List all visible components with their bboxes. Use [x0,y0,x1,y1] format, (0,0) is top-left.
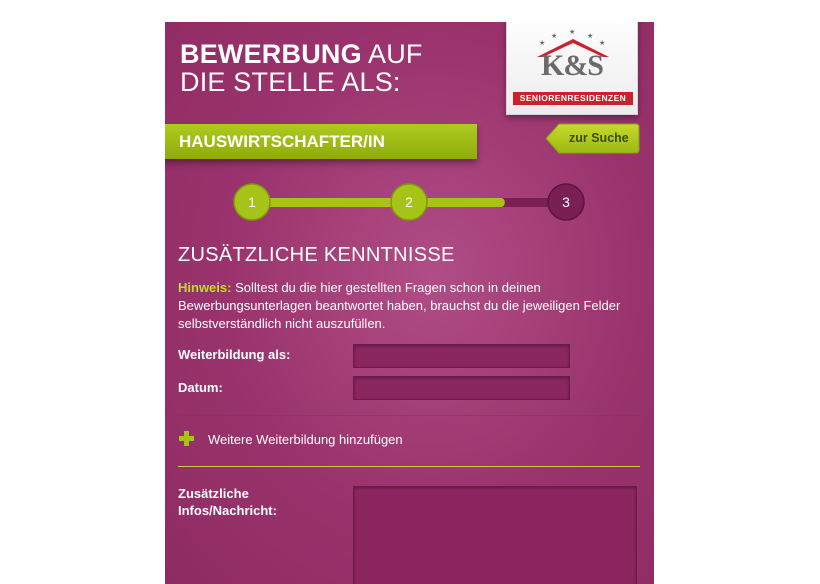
step-3-label: 3 [562,194,570,210]
plus-icon [179,431,194,446]
info-label-line-1: Zusätzliche [178,486,249,501]
svg-text:★: ★ [587,32,593,40]
svg-text:★: ★ [599,39,605,47]
weiterbildung-label: Weiterbildung als: [178,347,291,362]
info-label-line-2: Infos/Nachricht: [178,503,277,518]
datum-input[interactable] [353,376,570,400]
section-title: ZUSÄTZLICHE KENNTNISSE [178,244,455,266]
add-weiterbildung-label: Weitere Weiterbildung hinzufügen [208,432,403,447]
weiterbildung-input[interactable] [353,344,570,368]
title-line-2: DIE STELLE ALS: [180,67,401,97]
hint-body: Solltest du die hier gestellten Fragen s… [178,280,621,331]
step-1-label: 1 [248,194,256,210]
svg-text:★: ★ [539,39,545,47]
divider [178,415,640,416]
progress-steps: 1 2 3 [233,183,585,221]
step-2-label: 2 [405,194,413,210]
job-title-banner: HAUSWIRTSCHAFTER/IN [165,124,477,159]
logo-mark: K&S [540,49,604,82]
datum-label: Datum: [178,380,223,395]
svg-text:★: ★ [569,28,575,36]
info-message-textarea[interactable] [353,486,637,584]
title-rest: AUF [368,39,423,69]
step-progress-fill [252,198,505,207]
info-label: Zusätzliche Infos/Nachricht: [178,485,277,519]
application-panel: BEWERBUNG AUF DIE STELLE ALS: ★ ★ ★ ★ ★ … [165,22,654,584]
company-logo: ★ ★ ★ ★ ★ K&S SENIORENRESIDENZEN [506,22,638,115]
page-title: BEWERBUNG AUF DIE STELLE ALS: [180,40,480,96]
back-button-label: zur Suche [569,131,629,145]
back-to-search-button[interactable]: zur Suche [545,123,640,154]
hint-label: Hinweis: [178,280,232,295]
svg-text:★: ★ [551,32,557,40]
divider-lime [178,466,640,467]
title-bold: BEWERBUNG [180,39,362,69]
logo-tagline: SENIORENRESIDENZEN [513,92,633,105]
hint-text: Hinweis: Solltest du die hier gestellten… [178,279,643,333]
